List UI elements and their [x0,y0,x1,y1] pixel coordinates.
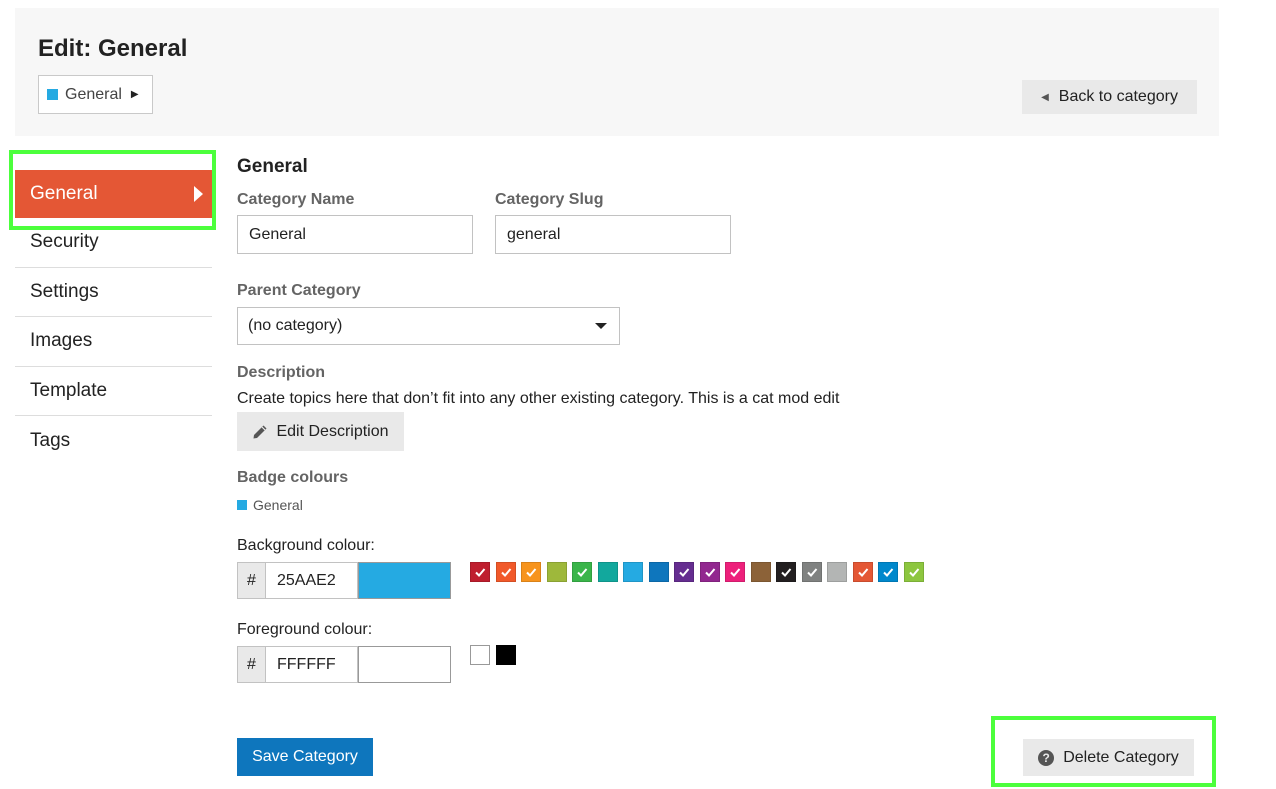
sidebar-item-label: Images [30,330,93,352]
colour-swatch[interactable] [725,562,745,582]
colour-swatch[interactable] [878,562,898,582]
badge-colours-label: Badge colours [237,469,349,486]
checkmark-icon [500,568,511,577]
checkmark-icon [806,568,817,577]
parent-category-label: Parent Category [237,282,361,299]
question-circle-icon: ? [1038,749,1055,766]
foreground-colour-label: Foreground colour: [237,621,373,638]
pencil-icon [253,425,267,438]
edit-description-label: Edit Description [276,422,389,440]
parent-category-value: (no category) [248,317,343,334]
background-colour-group: # [237,562,451,599]
badge-preview-label: General [253,497,303,513]
edit-description-button[interactable]: Edit Description [237,412,404,451]
colour-swatch[interactable] [623,562,643,582]
category-badge-icon [47,89,58,100]
hash-prefix: # [237,646,265,683]
breadcrumb-label: General [65,85,122,103]
colour-swatch[interactable] [750,562,771,582]
colour-swatch[interactable] [495,645,516,665]
sidebar-item-label: Security [30,231,99,253]
colour-swatch[interactable] [776,562,796,582]
back-to-category-button[interactable]: ◀ Back to category [1022,80,1197,114]
parent-category-select[interactable]: (no category) [237,307,620,345]
dropdown-arrow-icon [595,323,607,329]
hash-prefix: # [237,562,265,599]
colour-swatch[interactable] [801,562,822,582]
colour-swatch[interactable] [470,562,490,582]
colour-swatch[interactable] [852,562,873,582]
checkmark-icon [857,568,868,577]
background-colour-preview [358,562,451,599]
sidebar-item-security[interactable]: Security [15,218,212,268]
caret-right-icon [194,186,203,202]
foreground-colour-preview [358,646,451,683]
category-name-input[interactable] [237,215,473,254]
section-title: General [237,156,308,177]
colour-swatch[interactable] [827,562,847,582]
caret-left-icon: ◀ [1041,91,1049,103]
page-title: Edit: General [38,35,188,62]
background-hex-input[interactable] [265,562,358,599]
caret-right-icon: ▶ [130,89,139,100]
sidebar-item-images[interactable]: Images [15,317,212,367]
page-header: Edit: General General ▶ ◀ Back to catego… [15,8,1219,136]
checkmark-icon [908,568,919,577]
colour-swatch[interactable] [597,562,618,582]
checkmark-icon [883,568,894,577]
category-settings-nav: General Security Settings Images Template Tag… [15,170,212,466]
category-slug-input[interactable] [495,215,731,254]
foreground-colour-group: # [237,646,451,683]
badge-color-square-icon [237,500,247,510]
category-slug-label: Category Slug [495,191,604,208]
foreground-hex-input[interactable] [265,646,358,683]
delete-category-label: Delete Category [1063,748,1179,766]
sidebar-item-label: Tags [30,429,71,451]
checkmark-icon [577,568,588,577]
sidebar-item-settings[interactable]: Settings [15,268,212,317]
sidebar-item-label: General [30,183,98,204]
colour-swatch[interactable] [470,645,490,665]
back-button-label: Back to category [1058,88,1178,105]
sidebar-item-tags[interactable]: Tags [15,416,212,466]
description-label: Description [237,364,326,381]
sidebar-item-template[interactable]: Template [15,367,212,416]
colour-swatch[interactable] [546,562,567,582]
sidebar-item-general[interactable]: General [15,170,212,218]
colour-swatch[interactable] [572,562,592,582]
colour-swatch[interactable] [674,562,694,582]
colour-swatch[interactable] [648,562,669,582]
colour-swatch[interactable] [903,562,924,582]
sidebar-item-label: Settings [30,280,99,302]
background-colour-label: Background colour: [237,537,375,554]
description-text: Create topics here that don’t fit into a… [237,390,840,407]
checkmark-icon [475,568,486,577]
foreground-swatches [470,645,521,665]
colour-swatch[interactable] [521,562,541,582]
sidebar-item-label: Template [30,379,108,401]
colour-swatch[interactable] [699,562,720,582]
checkmark-icon [730,568,741,577]
checkmark-icon [704,568,715,577]
colour-swatch[interactable] [495,562,516,582]
category-breadcrumb[interactable]: General ▶ [38,75,153,114]
checkmark-icon [526,568,537,577]
save-category-button[interactable]: Save Category [237,738,373,776]
category-name-label: Category Name [237,191,355,208]
checkmark-icon [679,568,690,577]
checkmark-icon [781,568,792,577]
badge-preview: General [237,497,303,513]
background-swatches [470,562,929,582]
delete-category-button[interactable]: ? Delete Category [1023,739,1194,776]
